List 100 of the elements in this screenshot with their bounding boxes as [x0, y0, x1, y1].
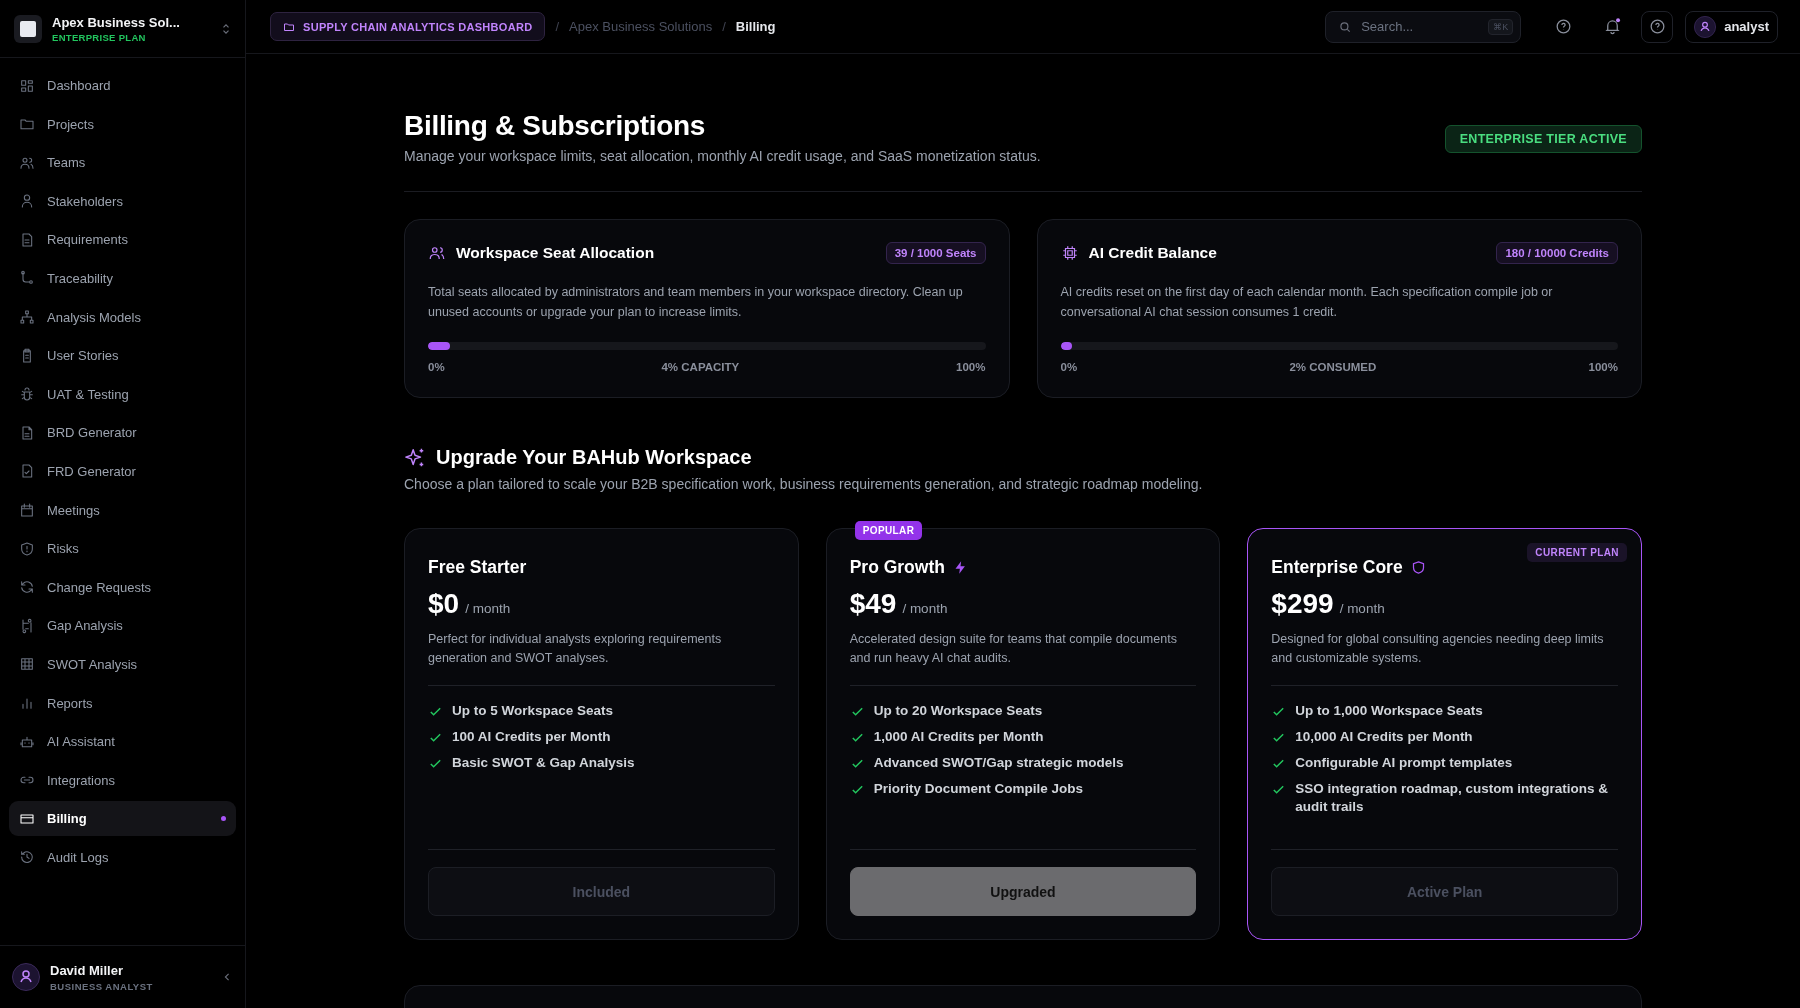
history-icon [19, 849, 35, 866]
sidebar-item[interactable]: AI Assistant [9, 724, 236, 760]
chip-icon [1060, 244, 1079, 262]
profile-role: BUSINESS ANALYST [50, 980, 154, 992]
project-chip[interactable]: SUPPLY CHAIN ANALYTICS DASHBOARD [270, 12, 546, 41]
sidebar-item[interactable]: Audit Logs [9, 839, 236, 875]
sidebar-item[interactable]: Stakeholders [9, 183, 236, 219]
help-button[interactable] [1641, 10, 1674, 43]
price-period: / month [465, 601, 511, 616]
sidebar-item[interactable]: Dashboard [9, 68, 236, 103]
profile-name: David Miller [50, 962, 124, 978]
sidebar-item[interactable]: UAT & Testing [9, 376, 236, 412]
usage-reading: 4% CAPACITY [661, 361, 740, 373]
usage-badge: 39 / 1000 Seats [885, 242, 986, 264]
compare-icon [19, 617, 35, 634]
workspace-plan: ENTERPRISE PLAN [52, 31, 147, 43]
sidebar-item[interactable]: Risks [9, 531, 236, 567]
status-badge: ENTERPRISE TIER ACTIVE [1444, 125, 1642, 153]
dashboard-icon [19, 77, 35, 94]
document-icon [19, 424, 35, 441]
sidebar-item[interactable]: Billing [9, 801, 236, 837]
sidebar-item[interactable]: Requirements [9, 222, 236, 258]
plan-feature: Up to 20 Workspace Seats [873, 702, 1043, 720]
plan-name: Free Starter [428, 557, 527, 578]
sidebar-item[interactable]: Teams [9, 145, 236, 181]
sidebar-item[interactable]: Reports [9, 685, 236, 721]
plan-feature: Up to 5 Workspace Seats [452, 702, 614, 720]
plan-feature: Advanced SWOT/Gap strategic models [873, 754, 1124, 772]
sidebar-item[interactable]: Projects [9, 106, 236, 142]
sidebar-item[interactable]: Meetings [9, 492, 236, 528]
folder-icon [283, 20, 295, 33]
plan-badge: POPULAR [854, 521, 923, 540]
breadcrumb-link[interactable]: Billing [735, 19, 776, 34]
bug-icon [19, 386, 35, 403]
plan-price: $49 [849, 588, 897, 620]
avatar-icon [12, 963, 40, 991]
sidebar-item[interactable]: User Stories [9, 338, 236, 374]
scale-max: 100% [956, 361, 986, 373]
grid-icon [19, 656, 35, 673]
plan-description: Designed for global consulting agencies needing deep limits and customizable systems. [1271, 630, 1618, 686]
people-icon [428, 244, 446, 262]
sidebar-item[interactable]: FRD Generator [9, 453, 236, 489]
document-icon [19, 231, 35, 248]
sidebar-item[interactable]: Analysis Models [9, 299, 236, 335]
card-title: Workspace Seat Allocation [456, 244, 656, 262]
plan-button[interactable]: Upgraded [849, 867, 1197, 916]
price-period: / month [902, 601, 948, 616]
section-subtitle: Choose a plan tailored to scale your B2B specification work, business requirements generation, and strategic roadmap modeling. [404, 476, 1204, 492]
page-subtitle: Manage your workspace limits, seat allocation, monthly AI credit usage, and SaaS monetization status. [404, 148, 1041, 164]
plan-price: $0 [428, 588, 460, 620]
scale-min: 0% [1060, 361, 1078, 373]
workspace-switcher[interactable]: Apex Business Sol... ENTERPRISE PLAN [0, 0, 245, 58]
plan-feature: 10,000 AI Credits per Month [1295, 728, 1473, 746]
user-menu-button[interactable]: analyst [1685, 10, 1778, 43]
scale-max: 100% [1588, 361, 1618, 373]
sidebar-item[interactable]: Gap Analysis [9, 608, 236, 644]
plan-price: $299 [1271, 588, 1334, 620]
plan-feature: 100 AI Credits per Month [452, 728, 611, 746]
plan-name: Enterprise Core [1271, 557, 1403, 578]
active-dot [221, 816, 226, 822]
sparkle-icon [404, 446, 426, 469]
card-title: AI Credit Balance [1088, 244, 1218, 262]
plan-badge: CURRENT PLAN [1527, 543, 1627, 562]
workspace-logo-icon [14, 14, 42, 43]
hierarchy-icon [19, 309, 35, 326]
plan-feature: 1,000 AI Credits per Month [873, 728, 1044, 746]
sidebar-item[interactable]: SWOT Analysis [9, 646, 236, 682]
sidebar-item[interactable]: BRD Generator [9, 415, 236, 451]
branch-icon [19, 270, 35, 287]
sidebar-item[interactable]: Traceability [9, 260, 236, 296]
plan-feature: Configurable AI prompt templates [1295, 754, 1513, 772]
workspace-name: Apex Business Sol... [52, 14, 181, 30]
collapse-icon[interactable] [223, 972, 231, 982]
breadcrumb-separator: / [555, 19, 560, 34]
breadcrumb-separator: / [722, 19, 726, 34]
page-title: Billing & Subscriptions [404, 110, 707, 142]
plan-feature: Up to 1,000 Workspace Seats [1295, 702, 1483, 720]
plan-feature: SSO integration roadmap, custom integrations & audit trails [1295, 780, 1610, 816]
avatar-icon [1694, 15, 1717, 38]
plan-feature: Priority Document Compile Jobs [873, 780, 1083, 798]
person-icon [19, 193, 35, 210]
document-check-icon [19, 463, 35, 480]
scale-min: 0% [428, 361, 445, 373]
plan-name: Pro Growth [849, 557, 945, 578]
price-period: / month [1339, 601, 1385, 616]
sidebar-item[interactable]: Change Requests [9, 569, 236, 605]
search-icon [1338, 19, 1353, 34]
section-title: Upgrade Your BAHub Workspace [436, 446, 752, 469]
shield-icon [19, 540, 35, 557]
bell-icon[interactable] [1603, 17, 1623, 36]
card-description: Total seats allocated by administrators and team members in your workspace directory. Clean up unused accounts or upgrade your plan to increase limits. [428, 284, 964, 321]
chevron-updown-icon [221, 21, 231, 36]
usage-reading: 2% CONSUMED [1289, 361, 1377, 373]
usage-badge: 180 / 10000 Credits [1496, 242, 1618, 264]
refresh-icon [19, 579, 35, 596]
sidebar-item[interactable]: Integrations [9, 762, 236, 798]
card-description: AI credits reset on the first day of each calendar month. Each specification compile job or conversational AI chat session consumes 1 credit. [1060, 284, 1554, 321]
plan-feature: Basic SWOT & Gap Analysis [452, 754, 635, 772]
shield-icon [1410, 560, 1426, 575]
calendar-icon [19, 502, 35, 519]
